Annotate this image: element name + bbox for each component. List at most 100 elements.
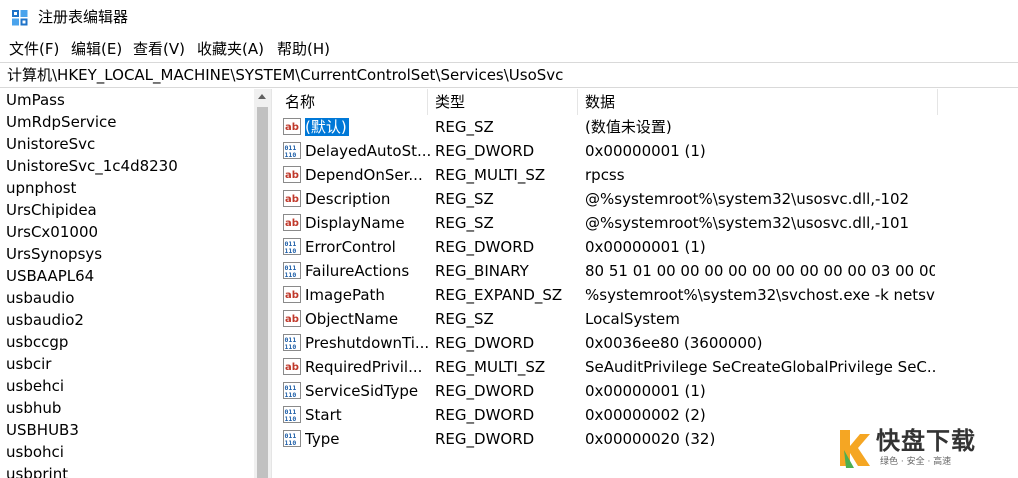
tree-item[interactable]: UnistoreSvc [6,134,95,154]
watermark-sub: 绿色 · 安全 · 高速 [880,457,952,467]
svg-text:110: 110 [285,391,297,399]
tree-item[interactable]: upnphost [6,178,76,198]
list-header: 名称 类型 数据 [277,89,1018,115]
column-divider[interactable] [937,89,938,115]
tree-item[interactable]: usbcir [6,354,51,374]
value-row[interactable]: ab ObjectName REG_SZ LocalSystem [277,307,1018,331]
string-value-icon: ab [283,214,301,231]
value-row[interactable]: 011 110 ErrorControl REG_DWORD 0x00000001 (1… [277,235,1018,259]
value-type: REG_SZ [435,310,494,328]
tree-item[interactable]: usbhub [6,398,61,418]
tree-item[interactable]: USBHUB3 [6,420,79,440]
values-list: 名称 类型 数据 ab (默认) REG_SZ (数值未设置) 011 110 Delaye… [277,89,1018,478]
registry-editor-icon [12,10,28,26]
binary-value-icon: 011110 [283,406,301,423]
value-name: Description [305,190,391,208]
value-data: 0x00000001 (1) [585,238,706,256]
value-row[interactable]: ab (默认) REG_SZ (数值未设置) [277,115,1018,139]
value-row[interactable]: ab ImagePath REG_EXPAND_SZ %systemroot%\sys… [277,283,1018,307]
value-name: ObjectName [305,310,399,328]
svg-text:ab: ab [285,122,299,133]
value-data: 80 51 01 00 00 00 00 00 00 00 00 00 03 0… [585,262,935,280]
value-name: ErrorControl [305,238,396,256]
value-type: REG_SZ [435,190,494,208]
svg-text:110: 110 [285,151,297,159]
value-name: Start [305,406,342,424]
svg-text:ab: ab [285,218,299,229]
selected-value-name[interactable]: (默认) [305,118,349,136]
binary-value-icon: 011110 [283,262,301,279]
tree-item[interactable]: UrsChipidea [6,200,97,220]
value-type: REG_SZ [435,214,494,232]
value-data: 0x0036ee80 (3600000) [585,334,763,352]
column-divider[interactable] [577,89,578,115]
svg-text:ab: ab [285,170,299,181]
menu-help[interactable]: 帮助(H) [277,40,330,58]
string-value-icon: ab [283,310,301,327]
watermark-logo: 快盘下载 绿色 · 安全 · 高速 [836,426,1012,472]
value-data: @%systemroot%\system32\usosvc.dll,-101 [585,214,910,232]
svg-text:ab: ab [285,194,299,205]
value-row[interactable]: ab DisplayName REG_SZ @%systemroot%\system3… [277,211,1018,235]
value-data: rpcss [585,166,625,184]
tree-item[interactable]: usbaudio [6,288,74,308]
title-bar: 注册表编辑器 [0,0,1018,36]
svg-text:110: 110 [285,439,297,447]
value-type: REG_DWORD [435,334,535,352]
value-name: (默认) [305,117,431,137]
menu-bar: 文件(F) 编辑(E) 查看(V) 收藏夹(A) 帮助(H) [0,36,1018,62]
tree-item[interactable]: UrsCx01000 [6,222,98,242]
key-tree: UmPass UmRdpService UnistoreSvc Unistore… [0,89,254,478]
tree-item[interactable]: usbprint [6,464,68,478]
value-type: REG_DWORD [435,406,535,424]
value-row[interactable]: 011 110 PreshutdownTi... REG_DWORD 0x0036ee8… [277,331,1018,355]
binary-value-icon: 011110 [283,334,301,351]
tree-item[interactable]: UnistoreSvc_1c4d8230 [6,156,178,176]
value-row[interactable]: 011 110 Start REG_DWORD 0x00000002 (2) [277,403,1018,427]
tree-item[interactable]: UmRdpService [6,112,117,132]
column-header-type[interactable]: 类型 [435,92,465,112]
value-name: Type [305,430,340,448]
watermark-main: 快盘下载 [876,427,976,455]
tree-item[interactable]: UrsSynopsys [6,244,102,264]
menu-file[interactable]: 文件(F) [9,40,59,58]
value-row[interactable]: ab RequiredPrivil... REG_MULTI_SZ SeAuditPr… [277,355,1018,379]
value-data: @%systemroot%\system32\usosvc.dll,-102 [585,190,910,208]
column-header-data[interactable]: 数据 [585,92,615,112]
value-type: REG_MULTI_SZ [435,166,546,184]
string-value-icon: ab [283,358,301,375]
value-data: 0x00000001 (1) [585,382,706,400]
scrollbar-thumb[interactable] [257,107,268,478]
column-divider[interactable] [427,89,428,115]
tree-item[interactable]: usbaudio2 [6,310,84,330]
string-value-icon: ab [283,190,301,207]
address-bar[interactable]: 计算机\HKEY_LOCAL_MACHINE\SYSTEM\CurrentCon… [0,62,1018,88]
binary-value-icon: 011110 [283,238,301,255]
column-header-name[interactable]: 名称 [285,92,315,112]
value-row[interactable]: ab Description REG_SZ @%systemroot%\system3… [277,187,1018,211]
value-row[interactable]: 011 110 ServiceSidType REG_DWORD 0x00000001 … [277,379,1018,403]
value-row[interactable]: 011 110 FailureActions REG_BINARY 80 51 01 0… [277,259,1018,283]
tree-item[interactable]: usbehci [6,376,64,396]
string-value-icon: ab [283,286,301,303]
tree-scrollbar[interactable] [254,89,271,478]
value-name: DependOnSer... [305,166,423,184]
value-row[interactable]: ab DependOnSer... REG_MULTI_SZ rpcss [277,163,1018,187]
value-data: %systemroot%\system32\svchost.exe -k net… [585,286,935,304]
scroll-up-arrow-icon[interactable] [258,94,266,99]
tree-item[interactable]: usbccgp [6,332,68,352]
menu-view[interactable]: 查看(V) [133,40,185,58]
value-row[interactable]: 011 110 DelayedAutoSt... REG_DWORD 0x0000000… [277,139,1018,163]
tree-item[interactable]: usbohci [6,442,64,462]
binary-value-icon: 011110 [283,430,301,447]
value-type: REG_MULTI_SZ [435,358,546,376]
window-title: 注册表编辑器 [38,8,129,26]
address-path[interactable]: 计算机\HKEY_LOCAL_MACHINE\SYSTEM\CurrentCon… [7,65,563,85]
tree-item[interactable]: UmPass [6,90,65,110]
tree-item[interactable]: USBAAPL64 [6,266,94,286]
menu-favorites[interactable]: 收藏夹(A) [197,40,264,58]
menu-edit[interactable]: 编辑(E) [71,40,122,58]
svg-text:110: 110 [285,271,297,279]
value-name: DisplayName [305,214,405,232]
value-type: REG_DWORD [435,238,535,256]
